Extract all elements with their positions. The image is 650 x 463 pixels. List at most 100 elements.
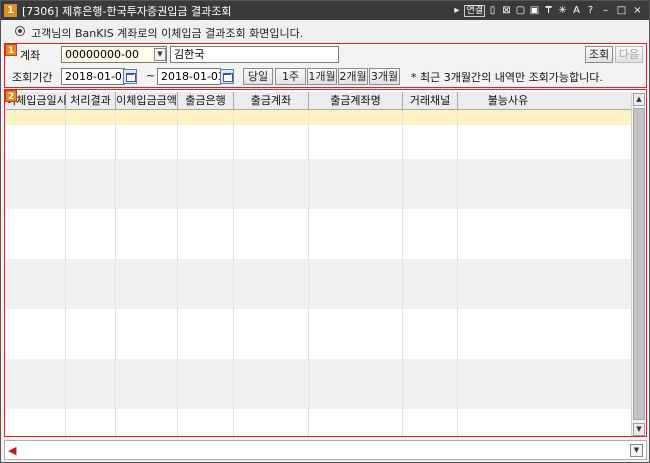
table-cell[interactable]: [6, 110, 66, 125]
table-row[interactable]: [6, 142, 632, 159]
table-cell[interactable]: [403, 159, 458, 209]
column-header-withdraw-bank[interactable]: 출금은행: [178, 92, 234, 110]
table-cell[interactable]: [66, 359, 116, 409]
column-header-withdraw-account-name[interactable]: 출금계좌명: [309, 92, 403, 110]
scroll-up-icon[interactable]: ▲: [633, 93, 645, 106]
table-cell[interactable]: [403, 309, 458, 359]
table-cell[interactable]: [178, 125, 234, 142]
period-1month-button[interactable]: 1개월: [307, 68, 337, 85]
table-cell[interactable]: [116, 409, 178, 436]
table-cell[interactable]: [66, 409, 116, 436]
table-cell[interactable]: [309, 142, 403, 159]
calendar-from-icon[interactable]: [123, 69, 137, 84]
vertical-scrollbar[interactable]: ▲ ▼: [631, 93, 645, 436]
title-bar[interactable]: 1 [7306] 제휴은행-한국투자증권입금 결과조회 ▸ 연결 ▯ ⊠ ▢ ▣…: [1, 1, 649, 20]
table-row[interactable]: [6, 209, 632, 259]
table-cell[interactable]: [234, 110, 309, 125]
table-cell[interactable]: [178, 259, 234, 309]
scroll-down-icon[interactable]: ▼: [633, 423, 645, 436]
table-cell[interactable]: [234, 309, 309, 359]
table-cell[interactable]: [234, 259, 309, 309]
font-icon[interactable]: A: [570, 4, 583, 18]
scroll-thumb[interactable]: [633, 108, 645, 420]
table-cell[interactable]: [458, 309, 558, 359]
period-2month-button[interactable]: 2개월: [338, 68, 368, 85]
table-cell[interactable]: [234, 209, 309, 259]
table-cell[interactable]: [458, 409, 558, 436]
table-cell[interactable]: [458, 110, 558, 125]
pin-icon[interactable]: ₸: [542, 4, 555, 18]
link-icon[interactable]: 연결: [464, 4, 485, 17]
table-cell[interactable]: [178, 409, 234, 436]
table-cell[interactable]: [458, 209, 558, 259]
table-cell[interactable]: [116, 125, 178, 142]
table-cell[interactable]: [178, 159, 234, 209]
table-cell[interactable]: [116, 159, 178, 209]
table-cell[interactable]: [6, 309, 66, 359]
table-cell[interactable]: [66, 159, 116, 209]
minimize-icon[interactable]: –: [598, 4, 613, 18]
table-cell[interactable]: [116, 209, 178, 259]
table-row[interactable]: [6, 259, 632, 309]
table-cell[interactable]: [309, 359, 403, 409]
status-dropdown-icon[interactable]: ▼: [630, 444, 643, 457]
table-cell[interactable]: [403, 259, 458, 309]
account-dropdown-icon[interactable]: ▼: [154, 48, 166, 61]
column-header-channel[interactable]: 거래채널: [403, 92, 458, 110]
maximize-icon[interactable]: □: [614, 4, 629, 18]
table-cell[interactable]: [116, 110, 178, 125]
table-cell[interactable]: [116, 359, 178, 409]
table-cell[interactable]: [234, 359, 309, 409]
table-cell[interactable]: [178, 110, 234, 125]
table-cell[interactable]: [6, 159, 66, 209]
table-cell[interactable]: [458, 159, 558, 209]
close-icon[interactable]: ×: [630, 4, 645, 18]
table-cell[interactable]: [66, 259, 116, 309]
table-cell[interactable]: [66, 209, 116, 259]
table-cell[interactable]: [458, 259, 558, 309]
date-from-field[interactable]: 2018-01-03: [61, 68, 125, 85]
close-box-icon[interactable]: ⊠: [500, 4, 513, 18]
table-cell[interactable]: [403, 359, 458, 409]
table-cell[interactable]: [66, 125, 116, 142]
table-cell[interactable]: [6, 142, 66, 159]
column-header-transfer-amount[interactable]: 이체입금금액: [116, 92, 178, 110]
mouse-icon[interactable]: ▯: [486, 4, 499, 18]
table-cell[interactable]: [66, 110, 116, 125]
table-row[interactable]: [6, 409, 632, 436]
table-cell[interactable]: [309, 110, 403, 125]
calendar-to-icon[interactable]: [220, 69, 234, 84]
table-cell[interactable]: [309, 409, 403, 436]
table-cell[interactable]: [116, 142, 178, 159]
table-row[interactable]: [6, 110, 632, 125]
table-cell[interactable]: [116, 259, 178, 309]
table-cell[interactable]: [178, 142, 234, 159]
column-header-failure-reason[interactable]: 불능사유: [458, 92, 558, 110]
table-cell[interactable]: [234, 159, 309, 209]
period-3month-button[interactable]: 3개월: [369, 68, 400, 85]
table-row[interactable]: [6, 309, 632, 359]
table-cell[interactable]: [6, 359, 66, 409]
speaker-icon[interactable]: ◀: [8, 444, 16, 457]
date-to-field[interactable]: 2018-01-03: [157, 68, 221, 85]
period-1week-button[interactable]: 1주: [275, 68, 306, 85]
table-cell[interactable]: [403, 110, 458, 125]
window-icon[interactable]: ▢: [514, 4, 527, 18]
table-cell[interactable]: [309, 125, 403, 142]
table-cell[interactable]: [178, 309, 234, 359]
query-button[interactable]: 조회: [585, 46, 613, 63]
column-header-withdraw-account[interactable]: 출금계좌: [234, 92, 309, 110]
table-cell[interactable]: [458, 125, 558, 142]
table-cell[interactable]: [66, 142, 116, 159]
table-cell[interactable]: [178, 209, 234, 259]
table-cell[interactable]: [458, 142, 558, 159]
table-cell[interactable]: [309, 159, 403, 209]
table-cell[interactable]: [6, 409, 66, 436]
table-cell[interactable]: [6, 125, 66, 142]
table-cell[interactable]: [458, 359, 558, 409]
table-cell[interactable]: [234, 125, 309, 142]
table-row[interactable]: [6, 125, 632, 142]
play-icon[interactable]: ▸: [450, 4, 463, 18]
help-icon[interactable]: ?: [584, 4, 597, 18]
table-cell[interactable]: [234, 409, 309, 436]
